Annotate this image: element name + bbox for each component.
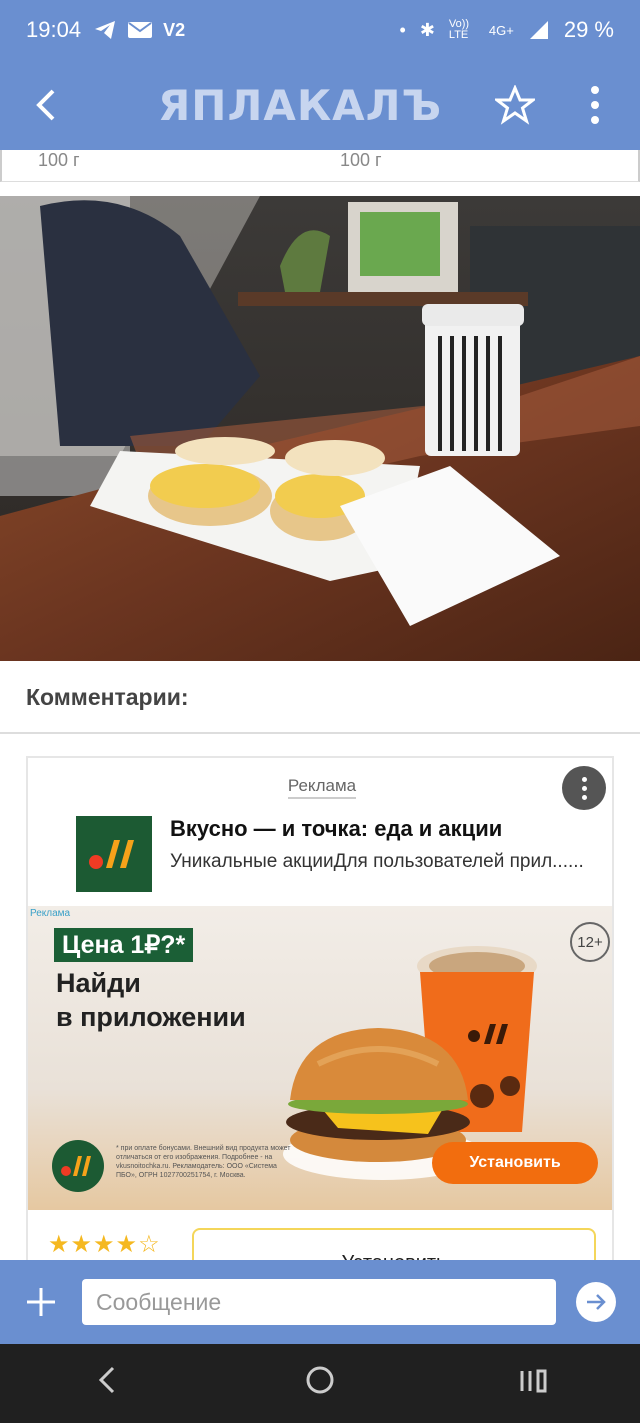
signal-icon [529,21,548,39]
more-vert-icon [591,86,599,124]
battery-level: 29 % [563,17,614,42]
system-nav-bar [0,1344,640,1423]
plus-icon [27,1288,55,1316]
mail-icon [128,22,153,38]
network-label: 4G+ [488,22,514,38]
ad-description: Уникальные акцииДля пользователей прил..… [170,851,584,872]
status-left-icons: V2 [93,19,185,41]
v2-label: V2 [163,19,186,40]
weight-right: 100 г [340,150,382,170]
vkusno-logo [76,816,152,892]
post-photo[interactable] [0,196,640,661]
dot-icon: • [399,19,406,40]
favorite-button[interactable] [480,60,550,150]
status-time: 19:04 [26,17,82,42]
ad-options-button[interactable] [562,766,606,810]
bluetooth-icon: ✱ [419,19,435,40]
volte-label: Vo)) LTE [448,18,470,41]
send-button[interactable] [576,1282,616,1322]
ad-label: Реклама [28,776,612,799]
ad-headline: Найди в приложении [56,968,246,1032]
app-bar: ЯПЛАКАЛЪ [0,60,640,150]
ad-fine-print: * при оплате бонусами. Внешний вид проду… [116,1145,291,1179]
back-arrow-icon [36,89,55,121]
divider [0,732,640,734]
nav-back-icon [98,1366,114,1393]
send-arrow-icon [587,1294,606,1310]
nav-recents-button[interactable] [493,1365,573,1402]
status-bar: 19:04 V2 • ✱ Vo)) LTE 4G+ 29 % [0,0,640,60]
ad-title[interactable]: Вкусно — и точка: еда и акции [170,816,502,842]
cafe-table-photo [0,196,640,661]
nav-home-button[interactable] [280,1365,360,1403]
ad-block[interactable]: Реклама Вкусно — и точка: еда и акции Ун… [26,756,614,1276]
comments-heading: Комментарии: [26,684,189,710]
rating-stars: ★★★★☆ [48,1231,161,1258]
ad-corner-label: Реклама [30,908,71,919]
back-button[interactable] [0,60,90,150]
weights-row: 100 г 100 г [0,150,640,182]
telegram-icon [95,21,116,39]
ad-install-button[interactable]: Установить [432,1142,598,1184]
nav-back-button[interactable] [67,1365,147,1403]
site-logo[interactable]: ЯПЛАКАЛЪ [120,81,480,130]
price-badge: Цена 1₽?* [54,928,194,962]
status-right-icons: • ✱ Vo)) LTE 4G+ 29 % [400,17,615,43]
vkusno-small-logo [52,1140,104,1192]
attach-button[interactable] [0,1286,82,1318]
message-bar [0,1260,640,1344]
message-input[interactable] [82,1279,556,1325]
weight-left: 100 г [38,150,80,170]
ad-banner[interactable]: Реклама Цена 1₽?* Найди в приложении 12+ [28,906,612,1210]
nav-recents-icon [520,1369,547,1393]
nav-home-icon [306,1366,334,1393]
star-icon [495,85,535,125]
more-options-button[interactable] [550,60,640,150]
age-rating-badge: 12+ [570,922,610,962]
